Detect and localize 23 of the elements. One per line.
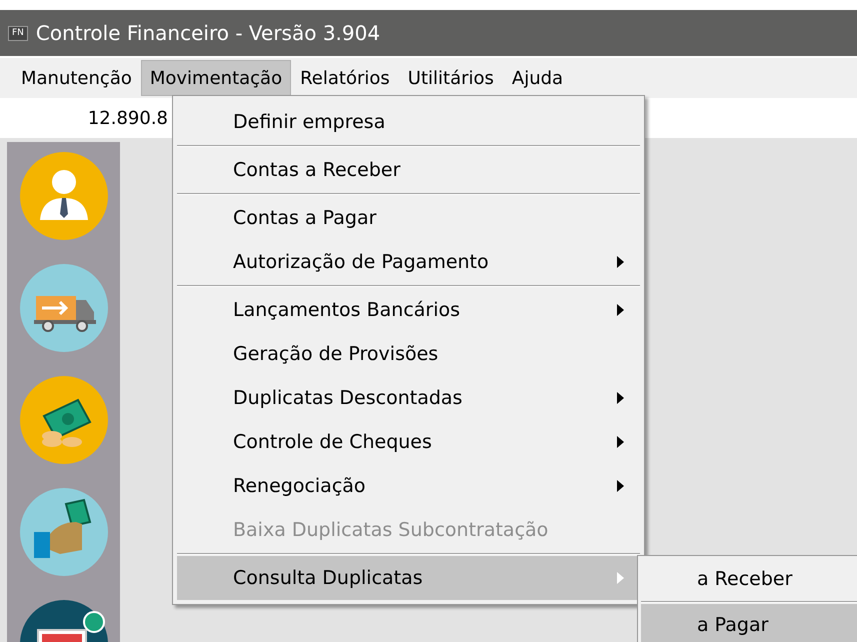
menu-item[interactable]: Manutenção xyxy=(12,60,141,96)
menu-item[interactable]: Movimentação xyxy=(140,60,292,96)
menu-option[interactable]: Renegociação xyxy=(177,464,640,508)
menu-option[interactable]: a Receber xyxy=(641,558,857,600)
menu-item[interactable]: Relatórios xyxy=(291,60,399,96)
menu-item[interactable]: Utilitários xyxy=(398,60,503,96)
app-logo: FN xyxy=(8,26,28,40)
menu-option[interactable]: Definir empresa xyxy=(177,100,640,144)
menu-option[interactable]: Lançamentos Bancários xyxy=(177,288,640,332)
menu-option[interactable]: Geração de Provisões xyxy=(177,332,640,376)
menu-option[interactable]: a Pagar xyxy=(641,604,857,642)
menu-option[interactable]: Duplicatas Descontadas xyxy=(177,376,640,420)
menu-option[interactable]: Contas a Receber xyxy=(177,148,640,192)
menu-option[interactable]: Consulta Duplicatas xyxy=(177,556,640,600)
money-icon[interactable] xyxy=(20,376,108,464)
menu-option[interactable]: Autorização de Pagamento xyxy=(177,240,640,284)
hand-with-cash-icon[interactable] xyxy=(20,488,108,576)
menu-option[interactable]: Controle de Cheques xyxy=(177,420,640,464)
truck-icon[interactable] xyxy=(20,264,108,352)
menu-option[interactable]: Contas a Pagar xyxy=(177,196,640,240)
menu-item[interactable]: Ajuda xyxy=(502,60,572,96)
window-title: Controle Financeiro - Versão 3.904 xyxy=(36,20,380,47)
person-icon[interactable] xyxy=(20,152,108,240)
